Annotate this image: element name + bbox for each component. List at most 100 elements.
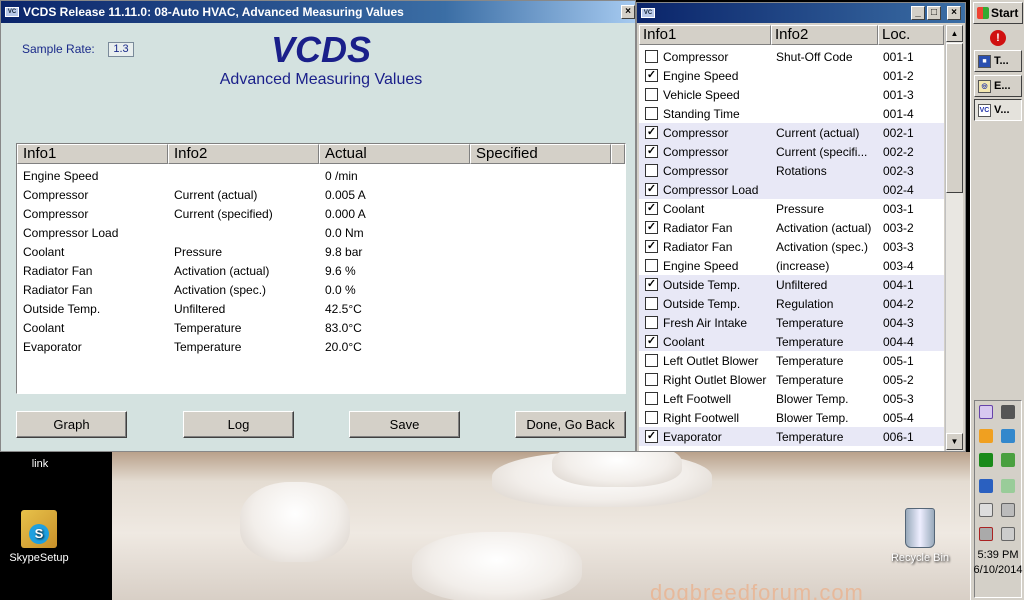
checkbox-unchecked[interactable]	[645, 50, 658, 63]
start-button[interactable]: Start	[973, 2, 1023, 24]
checkbox-checked[interactable]: ✓	[645, 335, 658, 348]
checkbox-checked[interactable]: ✓	[645, 240, 658, 253]
checkbox-unchecked[interactable]	[645, 107, 658, 120]
checkbox-unchecked[interactable]	[645, 354, 658, 367]
table-row[interactable]: Compressor Current (actual) 0.005 A	[17, 185, 623, 204]
list-item[interactable]: ✓ Compressor Current (specifi... 002-2	[639, 142, 944, 161]
graph-button[interactable]: Graph	[16, 411, 127, 438]
main-title-bar[interactable]: VC VCDS Release 11.11.0: 08-Auto HVAC, A…	[1, 1, 635, 23]
tray-green-icon[interactable]	[979, 453, 993, 467]
tray-update-icon[interactable]	[1001, 453, 1015, 467]
column-header-loc[interactable]: Loc.	[878, 25, 944, 45]
checkbox-checked[interactable]: ✓	[645, 183, 658, 196]
bluetooth-icon[interactable]	[979, 479, 993, 493]
column-header-info1[interactable]: Info1	[17, 144, 168, 164]
maximize-icon[interactable]: □	[927, 6, 941, 20]
column-header-info1[interactable]: Info1	[639, 25, 771, 45]
scrollbar-thumb[interactable]	[946, 43, 963, 193]
list-item[interactable]: Compressor Rotations 002-3	[639, 161, 944, 180]
checkbox-unchecked[interactable]	[645, 392, 658, 405]
column-header-specified[interactable]: Specified	[470, 144, 611, 164]
checkbox-unchecked[interactable]	[645, 164, 658, 177]
stop-icon[interactable]: !	[990, 30, 1006, 46]
taskbar-button-vcds[interactable]: VC V...	[974, 99, 1022, 121]
list-item[interactable]: ✓ Engine Speed 001-2	[639, 66, 944, 85]
table-row[interactable]: Compressor Load 0.0 Nm	[17, 223, 623, 242]
printer-icon[interactable]	[1001, 405, 1015, 419]
list-item[interactable]: ✓ Evaporator Temperature 006-1	[639, 427, 944, 446]
action-center-flag-icon[interactable]	[979, 503, 993, 517]
tray-app-icon[interactable]	[979, 405, 993, 419]
network-icon[interactable]	[979, 527, 993, 541]
list-item[interactable]: ✓ Radiator Fan Activation (actual) 003-2	[639, 218, 944, 237]
checkbox-checked[interactable]: ✓	[645, 221, 658, 234]
desktop-icon-skypesetup[interactable]: S SkypeSetup	[6, 510, 72, 564]
checkbox-checked[interactable]: ✓	[645, 430, 658, 443]
cell-info2: Temperature	[776, 373, 844, 387]
list-item[interactable]: Right Outlet Blower Temperature 005-2	[639, 370, 944, 389]
table-row[interactable]: Radiator Fan Activation (actual) 9.6 %	[17, 261, 623, 280]
scroll-down-icon[interactable]: ▼	[946, 433, 963, 450]
list-item[interactable]: ✓ Radiator Fan Activation (spec.) 003-3	[639, 237, 944, 256]
battery-icon[interactable]	[1001, 503, 1015, 517]
column-header-info2[interactable]: Info2	[168, 144, 319, 164]
cell-info2: Temperature	[776, 316, 844, 330]
minimize-icon[interactable]: _	[911, 6, 925, 20]
list-item[interactable]: Left Footwell Blower Temp. 005-3	[639, 389, 944, 408]
cell-loc: 004-4	[883, 335, 914, 349]
tray-warning-icon[interactable]	[979, 429, 993, 443]
close-icon[interactable]: ×	[947, 6, 961, 20]
list-item[interactable]: Right Footwell Blower Temp. 005-4	[639, 408, 944, 427]
cell-info1: Evaporator	[23, 340, 82, 354]
table-row[interactable]: Coolant Temperature 83.0°C	[17, 318, 623, 337]
table-row[interactable]: Evaporator Temperature 20.0°C	[17, 337, 623, 356]
checkbox-checked[interactable]: ✓	[645, 278, 658, 291]
checkbox-unchecked[interactable]	[645, 316, 658, 329]
column-header-actual[interactable]: Actual	[319, 144, 470, 164]
taskbar-button-e[interactable]: ◎ E...	[974, 75, 1022, 97]
cell-actual: 20.0°C	[325, 340, 362, 354]
table-row[interactable]: Radiator Fan Activation (spec.) 0.0 %	[17, 280, 623, 299]
list-item[interactable]: Outside Temp. Regulation 004-2	[639, 294, 944, 313]
list-item[interactable]: Fresh Air Intake Temperature 004-3	[639, 313, 944, 332]
desktop-icon-link[interactable]: link	[20, 458, 60, 470]
checkbox-checked[interactable]: ✓	[645, 202, 658, 215]
checkbox-checked[interactable]: ✓	[645, 145, 658, 158]
checkbox-checked[interactable]: ✓	[645, 69, 658, 82]
checkbox-unchecked[interactable]	[645, 373, 658, 386]
scroll-up-icon[interactable]: ▲	[946, 25, 963, 42]
desktop-icon-recycle-bin[interactable]: Recycle Bin	[888, 508, 952, 564]
vertical-scrollbar[interactable]: ▲ ▼	[945, 25, 963, 451]
list-item[interactable]: Vehicle Speed 001-3	[639, 85, 944, 104]
safely-remove-icon[interactable]	[1001, 479, 1015, 493]
checkbox-unchecked[interactable]	[645, 411, 658, 424]
list-item[interactable]: Left Outlet Blower Temperature 005-1	[639, 351, 944, 370]
done-go-back-button[interactable]: Done, Go Back	[515, 411, 626, 438]
taskbar-button-t[interactable]: ■ T...	[974, 50, 1022, 72]
tray-network-icon[interactable]	[1001, 429, 1015, 443]
list-item[interactable]: Standing Time 001-4	[639, 104, 944, 123]
list-item[interactable]: Engine Speed (increase) 003-4	[639, 256, 944, 275]
column-header-info2[interactable]: Info2	[771, 25, 878, 45]
list-item[interactable]: Compressor Shut-Off Code 001-1	[639, 47, 944, 66]
checkbox-checked[interactable]: ✓	[645, 126, 658, 139]
checkbox-unchecked[interactable]	[645, 297, 658, 310]
clock[interactable]: 5:39 PM 6/10/2014	[971, 548, 1024, 578]
volume-icon[interactable]	[1001, 527, 1015, 541]
table-row[interactable]: Outside Temp. Unfiltered 42.5°C	[17, 299, 623, 318]
cell-info1: Fresh Air Intake	[663, 316, 748, 330]
list-item[interactable]: ✓ Coolant Temperature 004-4	[639, 332, 944, 351]
list-item[interactable]: ✓ Coolant Pressure 003-1	[639, 199, 944, 218]
log-button[interactable]: Log	[183, 411, 294, 438]
table-row[interactable]: Engine Speed 0 /min	[17, 166, 623, 185]
table-row[interactable]: Compressor Current (specified) 0.000 A	[17, 204, 623, 223]
selection-title-bar[interactable]: VC _ □ ×	[637, 3, 965, 23]
list-item[interactable]: ✓ Outside Temp. Unfiltered 004-1	[639, 275, 944, 294]
table-row[interactable]: Coolant Pressure 9.8 bar	[17, 242, 623, 261]
close-icon[interactable]: ×	[621, 5, 635, 19]
list-item[interactable]: ✓ Compressor Current (actual) 002-1	[639, 123, 944, 142]
checkbox-unchecked[interactable]	[645, 88, 658, 101]
save-button[interactable]: Save	[349, 411, 460, 438]
list-item[interactable]: ✓ Compressor Load 002-4	[639, 180, 944, 199]
checkbox-unchecked[interactable]	[645, 259, 658, 272]
